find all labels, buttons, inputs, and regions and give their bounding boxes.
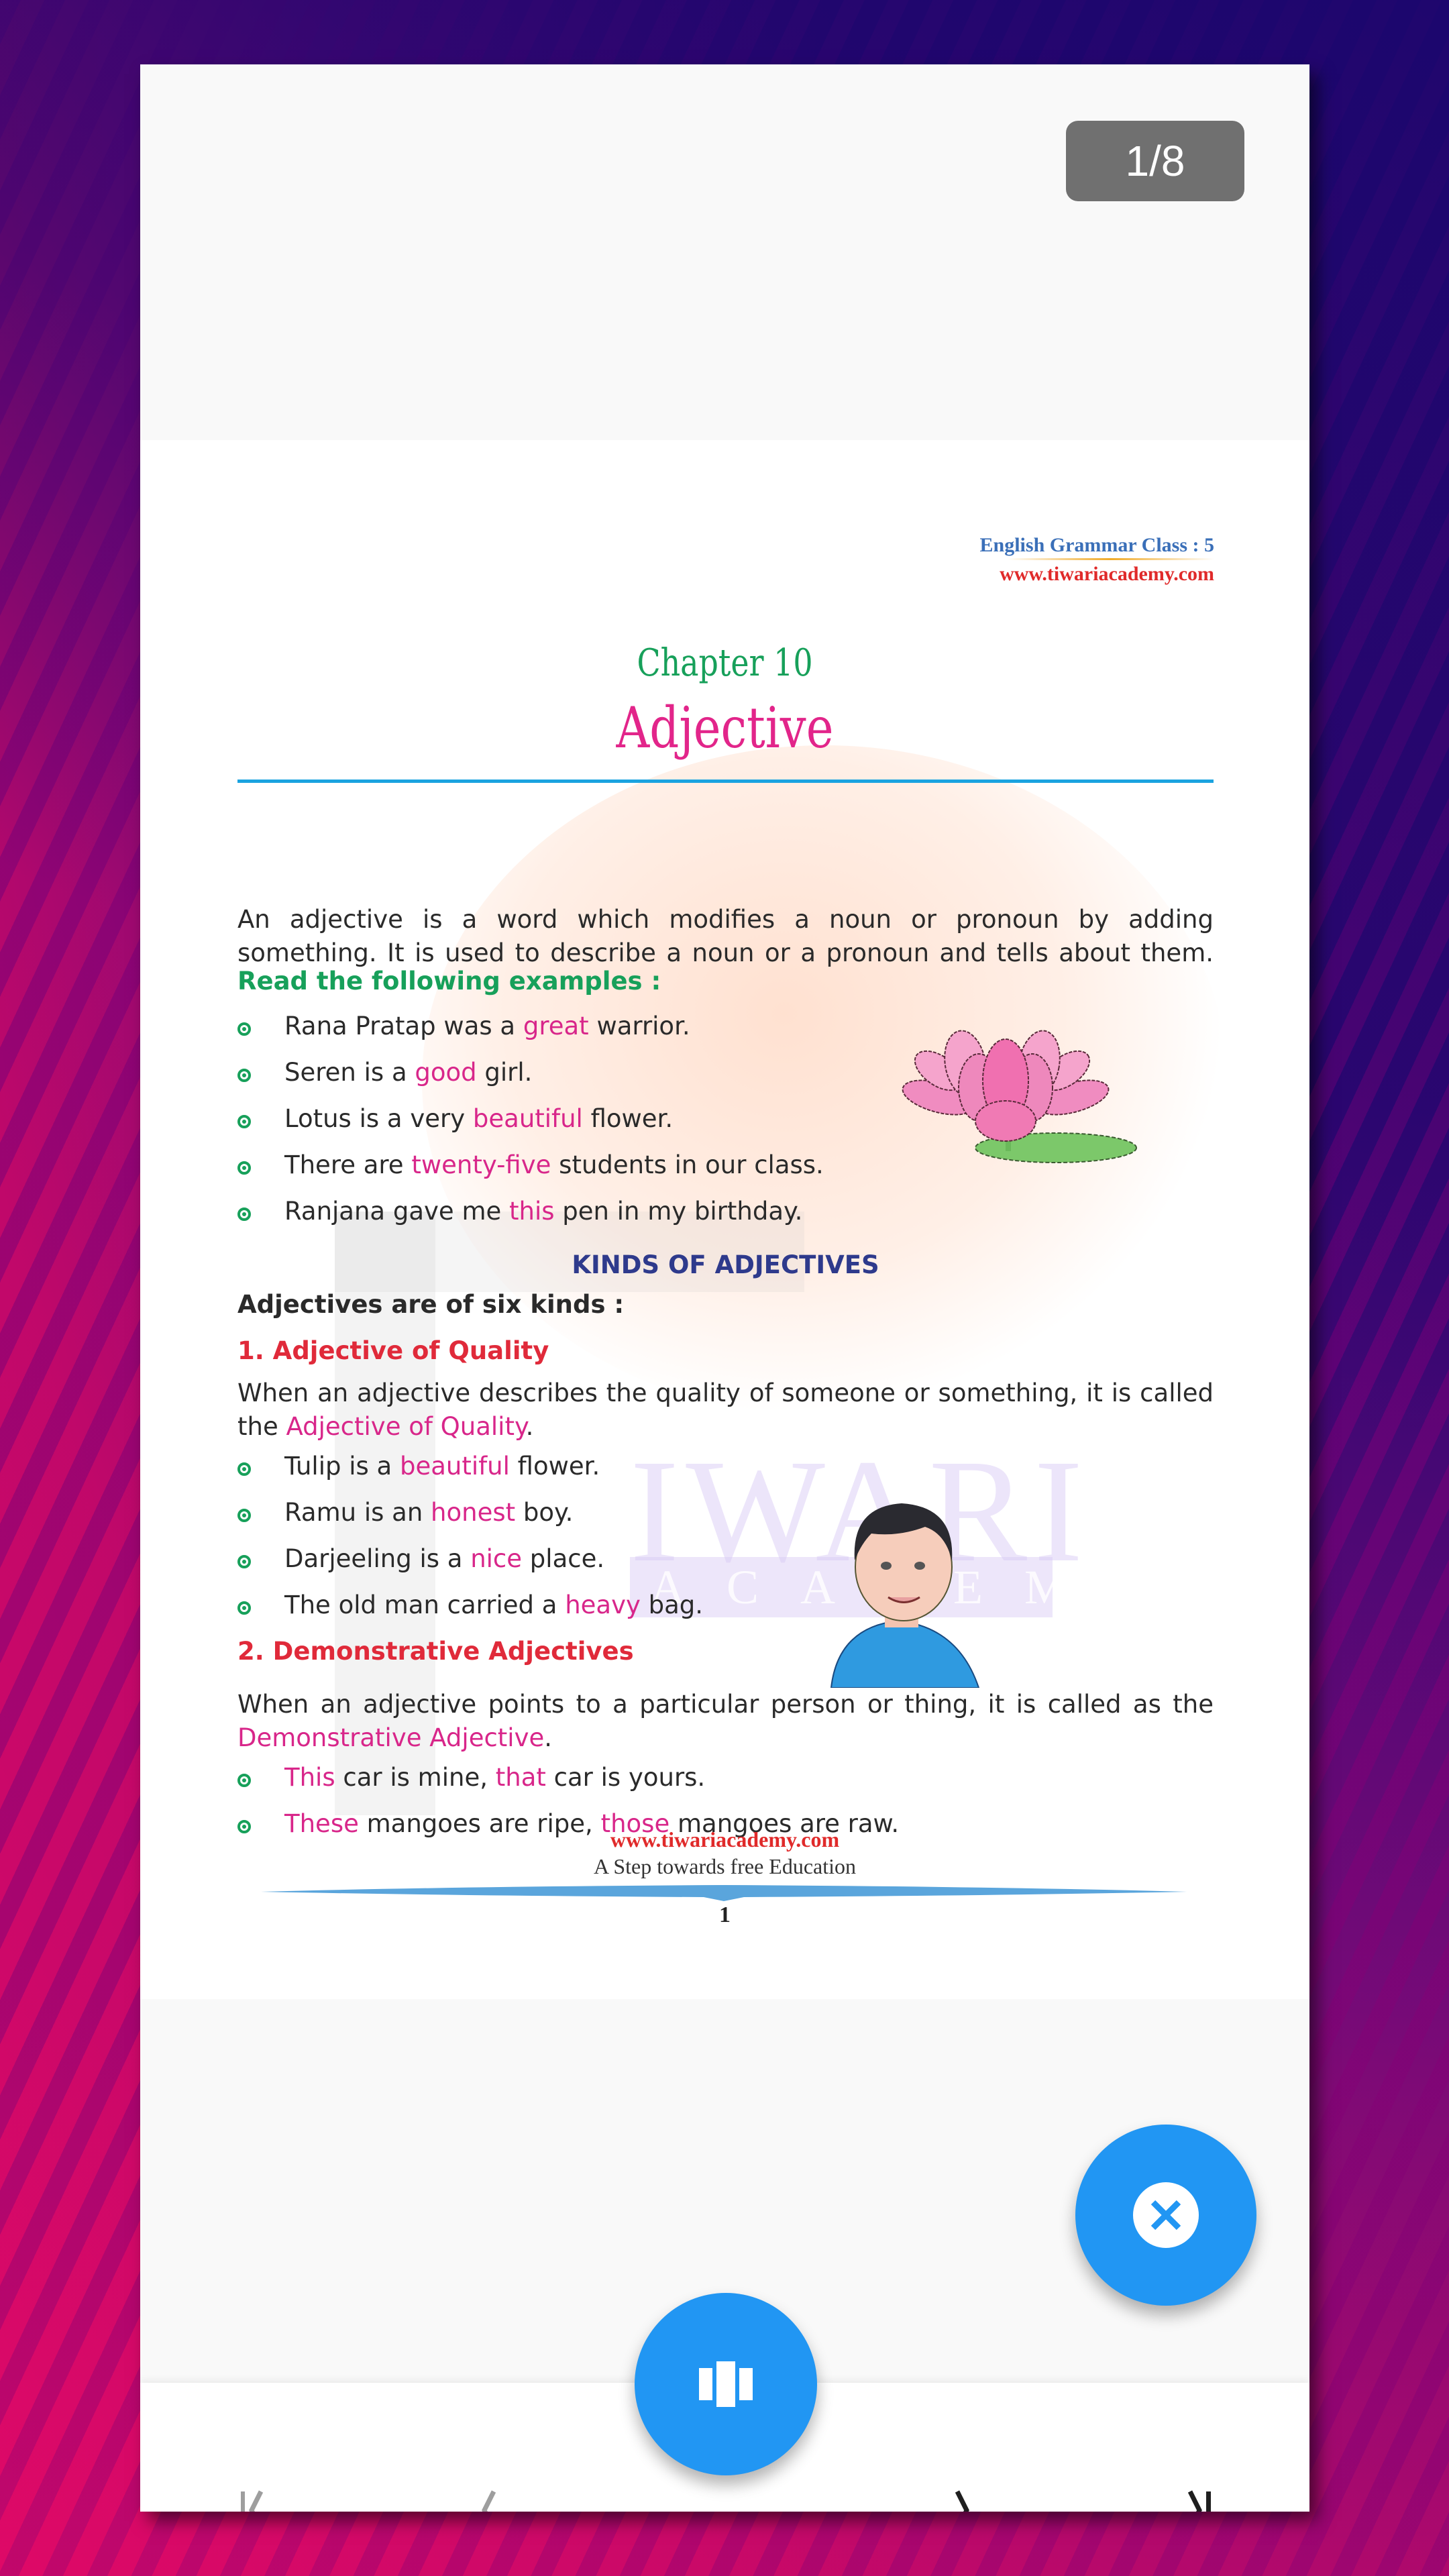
close-circle-icon bbox=[1133, 2182, 1199, 2248]
page-counter-text: 1/8 bbox=[1125, 137, 1185, 185]
boy-illustration bbox=[830, 1503, 980, 1688]
kinds-intro: Adjectives are of six kinds : bbox=[237, 1290, 625, 1319]
title-rule bbox=[237, 780, 1214, 783]
page-number: 1 bbox=[719, 1902, 731, 1927]
example-item: Rana Pratap was a great warrior. bbox=[237, 1012, 690, 1040]
bullet-icon bbox=[237, 1462, 251, 1476]
page-counter-badge: 1/8 bbox=[1066, 121, 1244, 201]
chevron-left-icon bbox=[482, 2490, 496, 2512]
bullet-icon bbox=[237, 1508, 251, 1522]
section-2-heading: 2. Demonstrative Adjectives bbox=[237, 1637, 634, 1666]
pdf-viewer-card: 1/8 IWARI ACADEMY English Grammar Class … bbox=[140, 64, 1309, 2512]
view-carousel-icon bbox=[699, 2361, 753, 2407]
section-1-paragraph: When an adjective describes the quality … bbox=[237, 1379, 1214, 1441]
close-button[interactable] bbox=[1075, 2125, 1256, 2306]
last-page-button[interactable] bbox=[1165, 2479, 1225, 2512]
bullet-icon bbox=[237, 1601, 251, 1615]
examples-heading: Read the following examples : bbox=[237, 967, 661, 996]
page-overview-button[interactable] bbox=[635, 2293, 817, 2475]
last-page-icon bbox=[1187, 2490, 1211, 2512]
header-underline bbox=[1006, 558, 1214, 560]
example-item: Seren is a good girl. bbox=[237, 1058, 532, 1087]
bullet-icon bbox=[237, 1773, 251, 1787]
quality-example-item: Darjeeling is a nice place. bbox=[237, 1544, 604, 1573]
demonstrative-example-item: This car is mine, that car is yours. bbox=[237, 1763, 705, 1792]
document-header: English Grammar Class : 5 www.tiwariacad… bbox=[980, 534, 1214, 586]
example-item: Ranjana gave me this pen in my birthday. bbox=[237, 1197, 802, 1226]
bullet-icon bbox=[237, 1161, 251, 1175]
section-2-paragraph: When an adjective points to a particular… bbox=[237, 1690, 1214, 1752]
intro-paragraph: An adjective is a word which modifies a … bbox=[237, 905, 1214, 967]
bullet-icon bbox=[237, 1068, 251, 1082]
example-item: Lotus is a very beautiful flower. bbox=[237, 1104, 673, 1133]
bullet-icon bbox=[237, 1114, 251, 1128]
quality-example-item: Ramu is an honest boy. bbox=[237, 1498, 573, 1527]
example-item: There are twenty-five students in our cl… bbox=[237, 1150, 824, 1179]
kinds-heading: KINDS OF ADJECTIVES bbox=[572, 1250, 879, 1279]
next-page-button[interactable] bbox=[932, 2479, 992, 2512]
lotus-illustration bbox=[902, 1030, 1137, 1163]
first-page-button[interactable] bbox=[227, 2479, 288, 2512]
chapter-title: Adjective bbox=[616, 695, 834, 761]
chevron-right-icon bbox=[955, 2490, 969, 2512]
previous-page-button[interactable] bbox=[459, 2479, 519, 2512]
first-page-icon bbox=[241, 2490, 264, 2512]
chapter-label: Chapter 10 bbox=[637, 641, 813, 685]
footer-swoosh bbox=[261, 1885, 1187, 1901]
footer-tagline: A Step towards free Education bbox=[594, 1854, 856, 1878]
class-label: English Grammar Class : 5 bbox=[979, 534, 1214, 556]
footer-site-link: www.tiwariacademy.com bbox=[610, 1827, 840, 1851]
close-icon bbox=[1150, 2200, 1181, 2231]
bullet-icon bbox=[237, 1022, 251, 1036]
quality-example-item: The old man carried a heavy bag. bbox=[237, 1591, 703, 1619]
section-1-heading: 1. Adjective of Quality bbox=[237, 1336, 549, 1365]
quality-example-item: Tulip is a beautiful flower. bbox=[237, 1452, 600, 1481]
header-site-link: www.tiwariacademy.com bbox=[1000, 563, 1214, 585]
pdf-page[interactable]: IWARI ACADEMY English Grammar Class : 5 … bbox=[140, 440, 1309, 1999]
bullet-icon bbox=[237, 1207, 251, 1221]
bullet-icon bbox=[237, 1554, 251, 1568]
